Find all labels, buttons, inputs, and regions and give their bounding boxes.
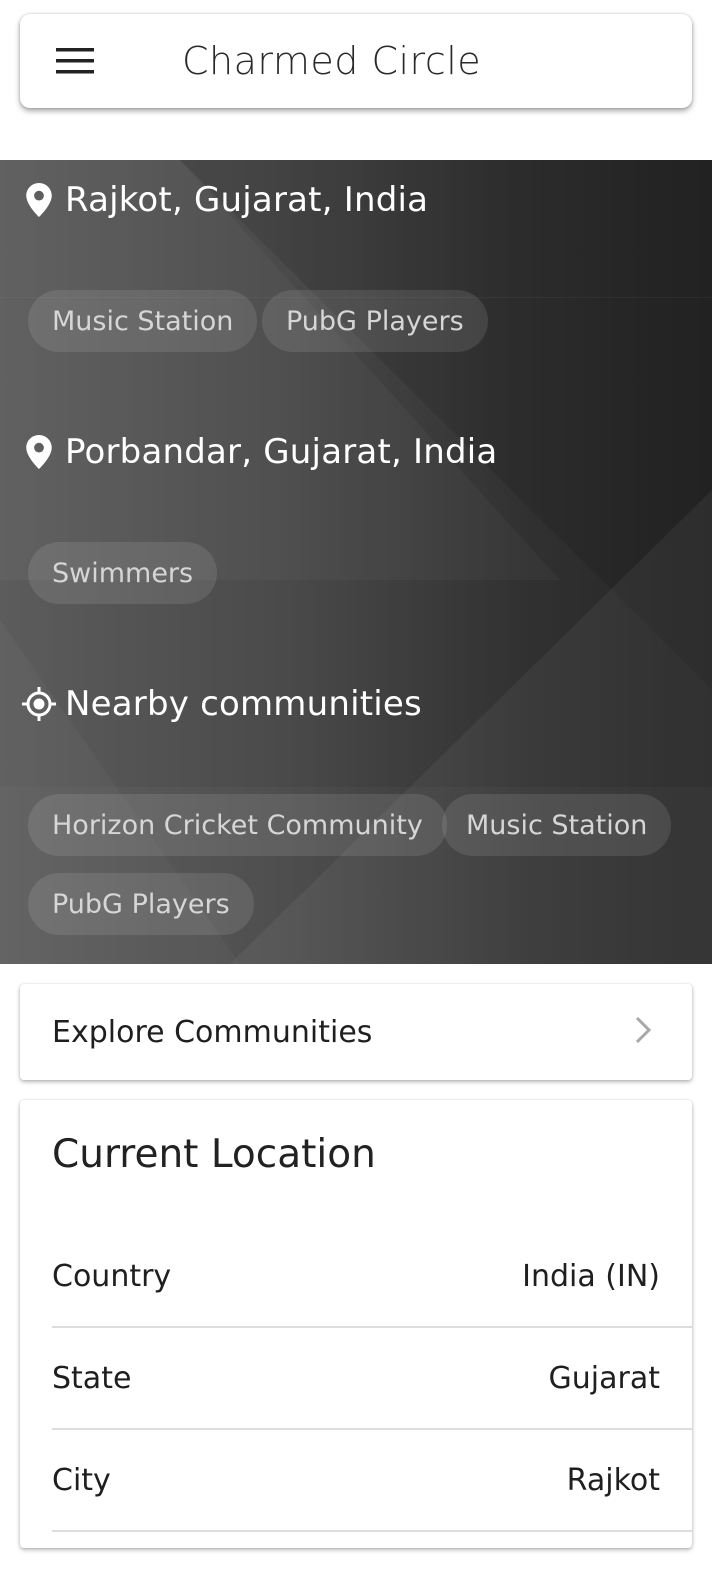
section-header-rajkot: Rajkot, Gujarat, India <box>22 180 428 220</box>
chip-horizon-cricket-community[interactable]: Horizon Cricket Community <box>28 794 447 856</box>
location-value: Rajkot <box>566 1462 660 1498</box>
location-value: Gujarat <box>548 1360 660 1396</box>
location-row-country: Country India (IN) <box>52 1226 692 1328</box>
chip-music-station[interactable]: Music Station <box>28 290 258 352</box>
app-title: Charmed Circle <box>182 39 482 83</box>
section-header-nearby: Nearby communities <box>22 684 422 724</box>
chip-pubg-players[interactable]: PubG Players <box>28 873 254 935</box>
location-pin-icon <box>22 433 56 471</box>
app-bar: Charmed Circle <box>20 14 692 108</box>
section-title: Nearby communities <box>65 684 422 724</box>
section-header-porbandar: Porbandar, Gujarat, India <box>22 432 497 472</box>
section-title: Porbandar, Gujarat, India <box>65 432 498 472</box>
location-key: Country <box>52 1258 172 1294</box>
current-location-card: Current Location Country India (IN) Stat… <box>20 1100 692 1548</box>
chevron-right-icon <box>634 1015 652 1049</box>
communities-panel: Rajkot, Gujarat, India Music Station Pub… <box>0 160 712 964</box>
location-value: India (IN) <box>522 1258 660 1294</box>
chip-swimmers[interactable]: Swimmers <box>28 542 218 604</box>
current-location-title: Current Location <box>52 1132 376 1177</box>
location-row-city: City Rajkot <box>52 1430 692 1532</box>
my-location-icon <box>22 685 56 723</box>
location-pin-icon <box>22 181 56 219</box>
chip-pubg-players[interactable]: PubG Players <box>262 290 488 352</box>
location-row-state: State Gujarat <box>52 1328 692 1430</box>
hamburger-menu-icon[interactable] <box>55 41 95 81</box>
location-key: State <box>52 1360 132 1396</box>
location-key: City <box>52 1462 111 1498</box>
explore-communities-label: Explore Communities <box>52 1014 373 1050</box>
explore-communities-button[interactable]: Explore Communities <box>20 984 692 1080</box>
section-title: Rajkot, Gujarat, India <box>65 180 429 220</box>
chip-music-station[interactable]: Music Station <box>442 794 672 856</box>
